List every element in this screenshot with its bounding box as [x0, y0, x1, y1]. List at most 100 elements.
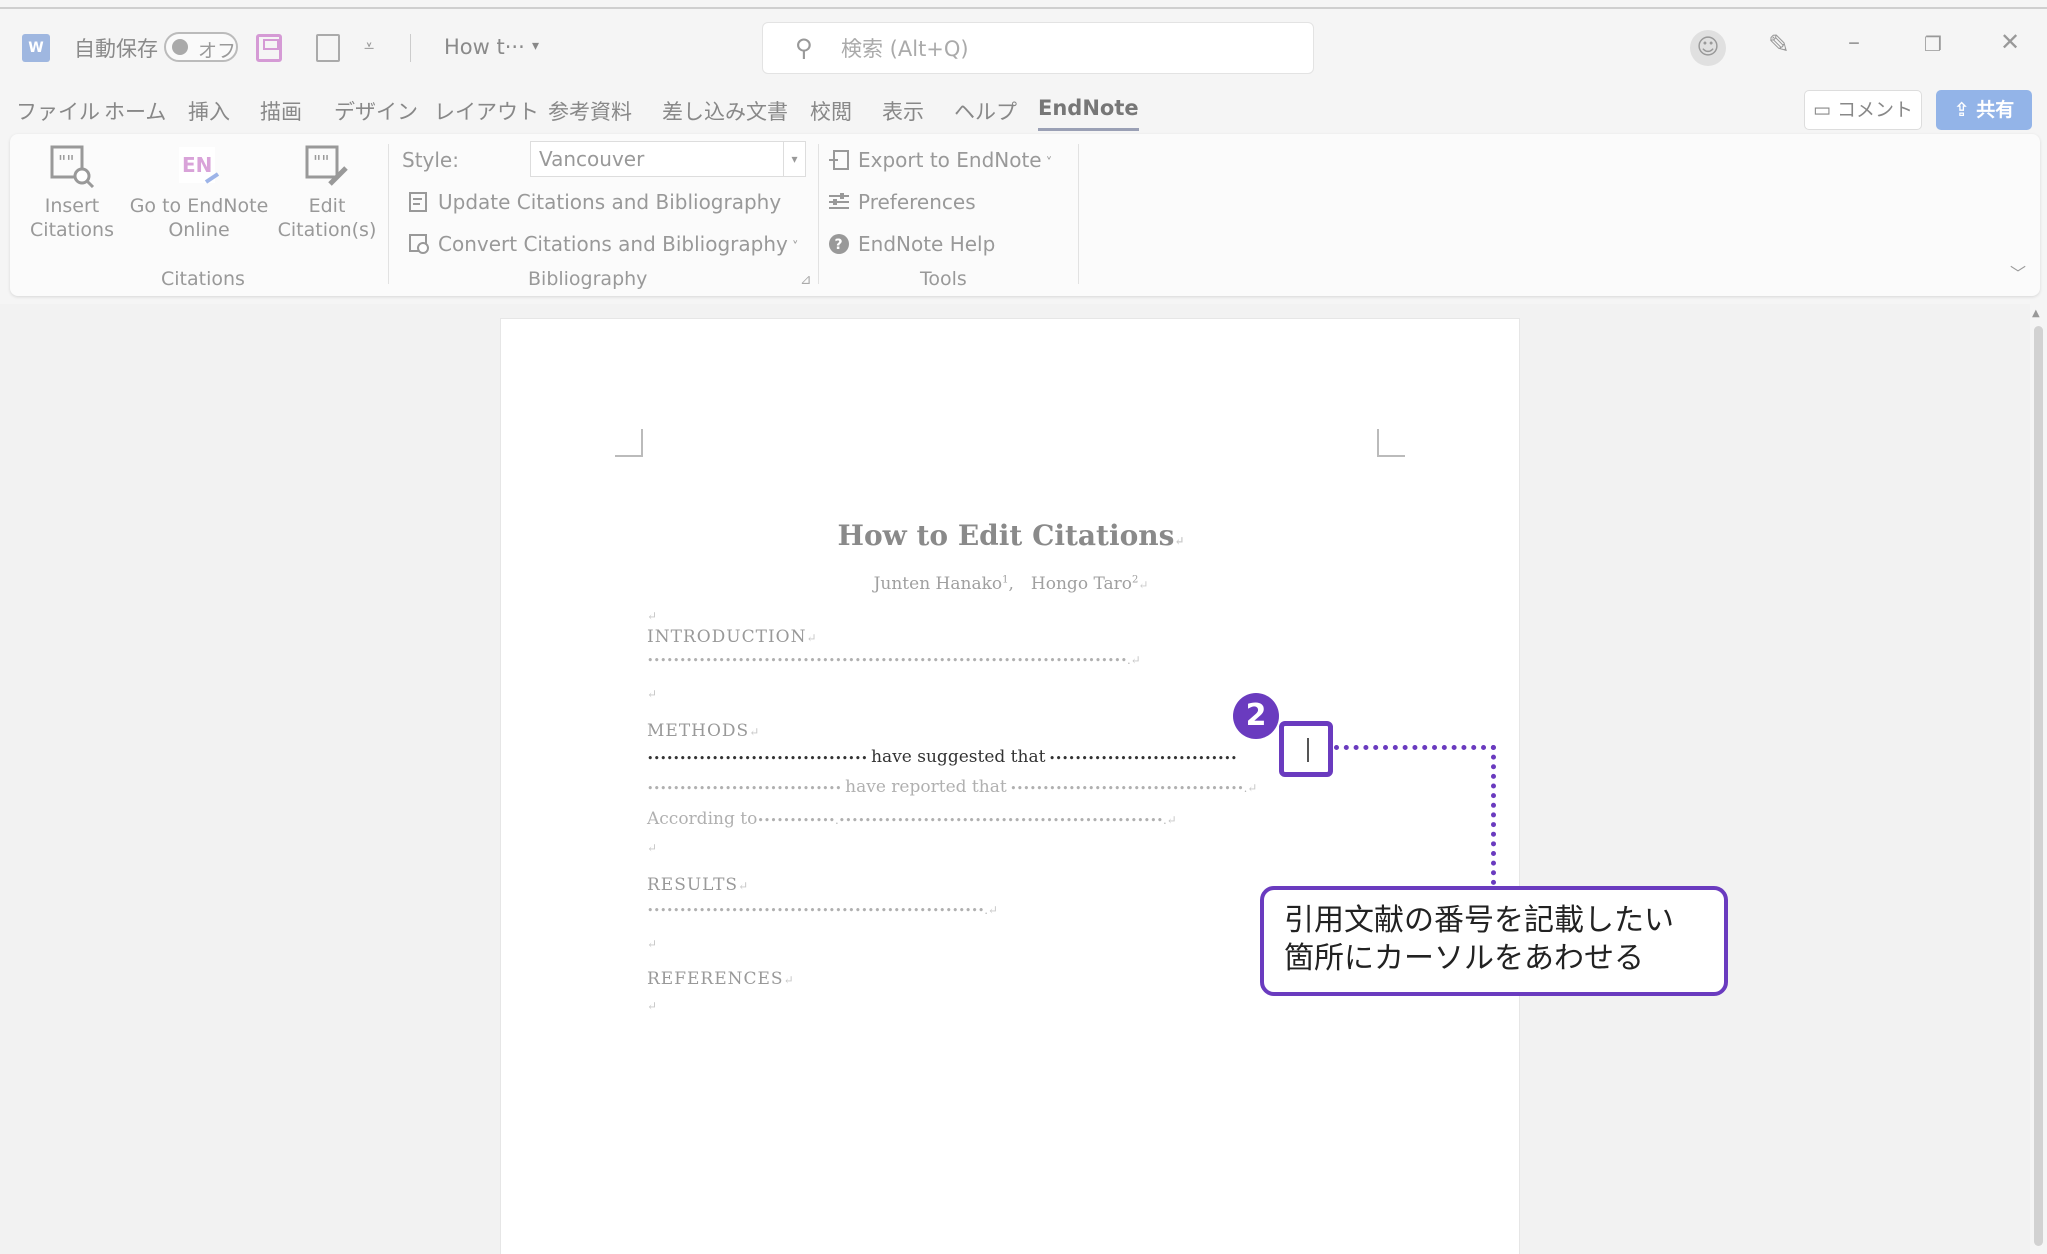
- tab-review[interactable]: 校閲: [810, 96, 852, 126]
- tab-layout[interactable]: レイアウト: [434, 96, 539, 126]
- methods-line-3: According to••••••••••••.•••••••••••••••…: [647, 809, 1177, 829]
- results-body: ••••••••••••••••••••••••••••••••••••••••…: [647, 903, 998, 917]
- svg-text:"": "": [313, 152, 330, 173]
- share-icon: ⇪: [1953, 99, 1977, 121]
- page-margin-corner: [1377, 429, 1405, 457]
- edit-citation-icon: "": [305, 145, 348, 186]
- document-title: How to Edit Citations↵: [837, 519, 1185, 552]
- tools-group-label: Tools: [920, 268, 967, 290]
- collapse-ribbon-icon[interactable]: ﹀: [2010, 260, 2026, 284]
- document-page[interactable]: How to Edit Citations↵ Junten Hanako1, H…: [500, 318, 1520, 1254]
- dialog-launcher-icon[interactable]: ⊿: [800, 272, 812, 288]
- word-app-icon: W: [22, 34, 50, 62]
- update-citations-icon: [409, 192, 427, 212]
- edit-citations-label-2: Citation(s): [277, 219, 377, 241]
- go-to-endnote-online-button[interactable]: EN Go to EndNote Online: [124, 144, 274, 242]
- ribbon-divider: [818, 144, 819, 284]
- autosave-toggle[interactable]: オフ: [164, 32, 238, 62]
- tab-draw[interactable]: 描画: [260, 96, 302, 126]
- results-heading: RESULTS↵: [647, 875, 750, 895]
- preferences-button[interactable]: Preferences: [828, 190, 976, 214]
- edit-citations-button[interactable]: "" Edit Citation(s): [274, 144, 380, 242]
- chevron-down-icon: ˅: [1041, 156, 1053, 171]
- dotted-connector: [1491, 745, 1496, 885]
- style-value: Vancouver: [539, 147, 645, 171]
- style-label: Style:: [402, 148, 459, 172]
- tab-references[interactable]: 参考資料: [548, 96, 632, 126]
- tab-view[interactable]: 表示: [882, 96, 924, 126]
- comment-label: コメント: [1836, 99, 1913, 121]
- methods-line-2: •••••••••••••••••••••••••••••• have repo…: [647, 777, 1258, 797]
- text-cursor: [1307, 738, 1309, 762]
- ribbon-divider: [388, 144, 389, 284]
- search-box[interactable]: ⚲: [762, 22, 1314, 74]
- empty-paragraph: ↵: [647, 999, 658, 1013]
- insert-citations-label-1: Insert: [44, 195, 100, 217]
- title-bar: W 自動保存 オフ ⩡ How t··· ▾ ⚲ ☺ ✎ – ❐ ✕: [0, 0, 2047, 86]
- update-citations-button[interactable]: Update Citations and Bibliography: [408, 190, 781, 214]
- export-label: Export to EndNote: [858, 148, 1042, 172]
- convert-citations-label: Convert Citations and Bibliography: [438, 232, 788, 256]
- export-icon: [829, 150, 849, 170]
- empty-paragraph: ↵: [647, 937, 658, 951]
- restore-icon[interactable]: ❐: [1924, 32, 1942, 56]
- endnote-online-label-2: Online: [168, 219, 230, 241]
- minimize-icon[interactable]: –: [1848, 28, 1860, 56]
- document-authors: Junten Hanako1, Hongo Taro2↵: [873, 574, 1149, 594]
- citations-group-label: Citations: [161, 268, 245, 290]
- style-select[interactable]: Vancouver ▾: [530, 141, 806, 177]
- scrollbar-thumb[interactable]: [2034, 326, 2043, 1246]
- search-input[interactable]: [841, 35, 1281, 63]
- tab-mailings[interactable]: 差し込み文書: [662, 96, 788, 126]
- introduction-body: ••••••••••••••••••••••••••••••••••••••••…: [647, 653, 1141, 667]
- edit-citations-label-1: Edit: [308, 195, 346, 217]
- callout-line-2: 箇所にカーソルをあわせる: [1284, 941, 1644, 976]
- page-margin-corner: [615, 429, 643, 457]
- vertical-scrollbar[interactable]: ▲: [2030, 304, 2047, 1254]
- user-avatar-icon[interactable]: ☺: [1690, 30, 1726, 66]
- chevron-down-icon[interactable]: ▾: [532, 38, 539, 54]
- tab-insert[interactable]: 挿入: [188, 96, 230, 126]
- endnote-help-label: EndNote Help: [858, 232, 996, 256]
- toggle-knob: [172, 39, 188, 55]
- tab-design[interactable]: デザイン: [334, 96, 418, 126]
- close-icon[interactable]: ✕: [2000, 28, 2020, 56]
- save-icon[interactable]: [256, 34, 282, 62]
- pen-icon[interactable]: ✎: [1768, 30, 1790, 60]
- window-top-border: [0, 7, 2047, 9]
- tab-file[interactable]: ファイル: [16, 96, 100, 126]
- methods-heading: METHODS↵: [647, 721, 761, 741]
- empty-paragraph: ↵: [647, 687, 658, 701]
- step-number-badge: 2: [1233, 693, 1279, 739]
- export-to-endnote-button[interactable]: Export to EndNote ˅: [828, 148, 1052, 172]
- update-citations-label: Update Citations and Bibliography: [438, 190, 782, 214]
- tab-help[interactable]: ヘルプ: [954, 96, 1017, 126]
- menu-tabs: ファイル ホーム 挿入 描画 デザイン レイアウト 参考資料 差し込み文書 校閲…: [0, 96, 2047, 132]
- document-workspace: How to Edit Citations↵ Junten Hanako1, H…: [0, 304, 2030, 1254]
- comment-button[interactable]: ▭ コメント: [1804, 90, 1922, 130]
- share-button[interactable]: ⇪ 共有: [1936, 90, 2032, 130]
- instruction-callout: 引用文献の番号を記載したい 箇所にカーソルをあわせる: [1260, 886, 1728, 996]
- document-icon[interactable]: [316, 34, 340, 62]
- svg-text:?: ?: [835, 237, 843, 253]
- bibliography-group-label: Bibliography: [528, 268, 648, 290]
- empty-paragraph: ↵: [647, 841, 658, 855]
- tab-home[interactable]: ホーム: [104, 96, 166, 126]
- empty-paragraph: ↵: [647, 609, 658, 623]
- tab-endnote[interactable]: EndNote: [1038, 96, 1139, 131]
- document-name[interactable]: How t···: [444, 35, 525, 59]
- titlebar-divider: [410, 34, 411, 62]
- dotted-connector: [1334, 745, 1496, 750]
- insert-citations-button[interactable]: "" Insert Citations: [24, 144, 120, 242]
- convert-citations-icon: [409, 234, 429, 254]
- share-label: 共有: [1976, 99, 2015, 121]
- chevron-down-icon[interactable]: ▾: [783, 142, 805, 176]
- preferences-label: Preferences: [858, 190, 976, 214]
- search-icon: ⚲: [795, 34, 813, 62]
- endnote-help-button[interactable]: ? EndNote Help: [828, 232, 995, 256]
- convert-citations-button[interactable]: Convert Citations and Bibliography ˅: [408, 232, 798, 256]
- quick-access-customize-icon[interactable]: ⩡: [364, 36, 374, 57]
- endnote-online-label-1: Go to EndNote: [129, 195, 269, 217]
- svg-text:"": "": [58, 152, 75, 173]
- scroll-up-icon[interactable]: ▲: [2032, 308, 2040, 319]
